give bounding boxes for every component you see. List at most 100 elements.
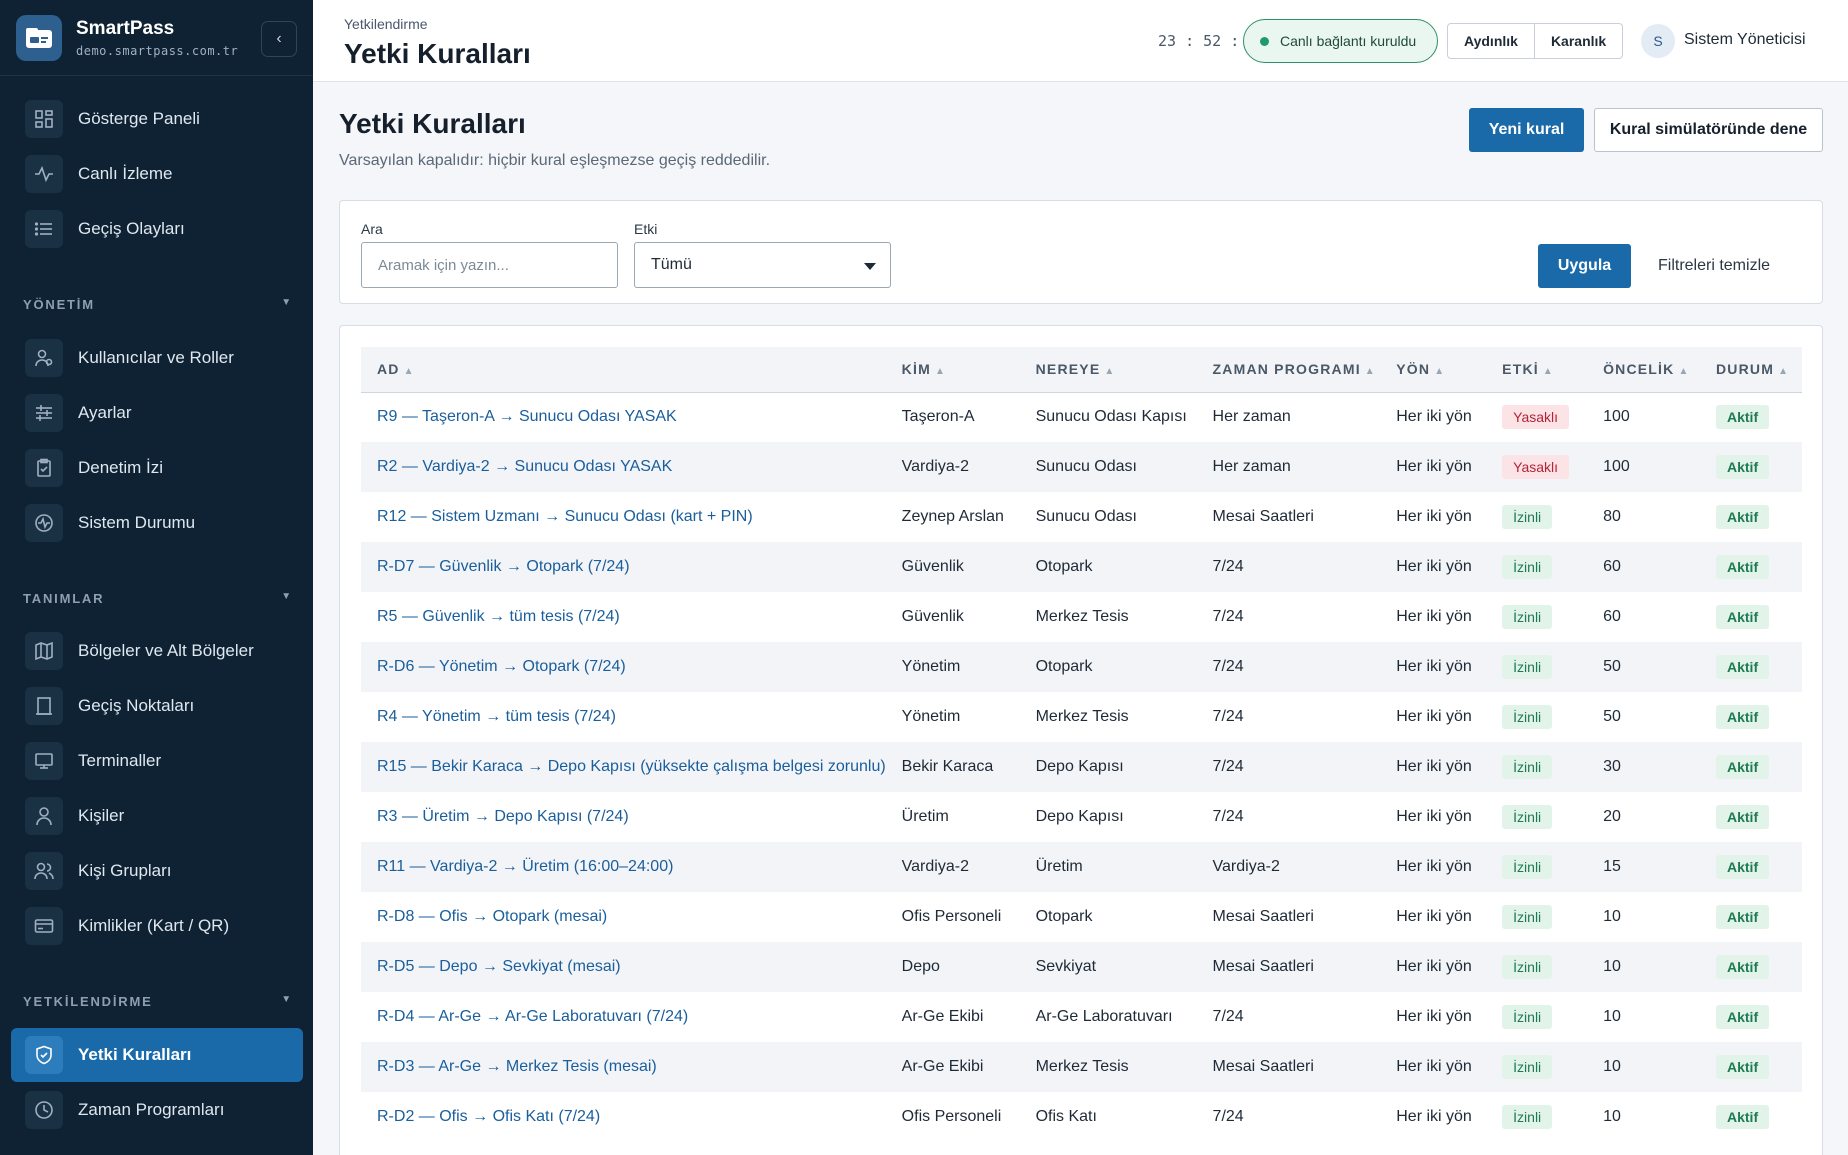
rule-simulator-button[interactable]: Kural simülatöründe dene xyxy=(1594,108,1823,152)
search-label: Ara xyxy=(361,221,383,237)
effect-badge: İzinli xyxy=(1502,955,1553,979)
rule-name-link[interactable]: R4 — Yönetim → tüm tesis (7/24) xyxy=(361,692,886,742)
table-row[interactable]: R15 — Bekir Karaca → Depo Kapısı (yüksek… xyxy=(361,742,1802,792)
sidebar-item-credentials[interactable]: Kimlikler (Kart / QR) xyxy=(11,899,303,953)
table-row[interactable]: R-D5 — Depo → Sevkiyat (mesai) Depo Sevkiy… xyxy=(361,942,1802,992)
search-input[interactable]: Aramak için yazın... xyxy=(361,242,618,288)
column-header-schedule[interactable]: ZAMAN PROGRAMI ▲ xyxy=(1197,347,1381,392)
rule-direction: Her iki yön xyxy=(1396,608,1472,625)
effect-badge: İzinli xyxy=(1502,505,1553,529)
rule-name-link[interactable]: R5 — Güvenlik → tüm tesis (7/24) xyxy=(361,592,886,642)
section-header-definitions[interactable]: TANIMLAR ▼ xyxy=(23,591,293,606)
rule-where: Depo Kapısı xyxy=(1035,758,1124,775)
shield-check-icon xyxy=(25,1036,63,1074)
effect-select[interactable]: Tümü xyxy=(634,242,891,288)
rule-direction: Her iki yön xyxy=(1396,908,1472,925)
sidebar-item-label: Gösterge Paneli xyxy=(78,109,200,128)
rule-who: Ofis Personeli xyxy=(901,1108,1002,1125)
table-row[interactable]: R5 — Güvenlik → tüm tesis (7/24) Güvenlik… xyxy=(361,592,1802,642)
rule-name-link[interactable]: R-D6 — Yönetim → Otopark (7/24) xyxy=(361,642,886,692)
table-row[interactable]: R9 — Taşeron-A → Sunucu Odası YASAK Taşer… xyxy=(361,392,1802,442)
table-row[interactable]: R12 — Sistem Uzmanı → Sunucu Odası (kart… xyxy=(361,492,1802,542)
column-header-where[interactable]: NEREYE ▲ xyxy=(1020,347,1197,392)
rule-name-link[interactable]: R-D3 — Ar-Ge → Merkez Tesis (mesai) xyxy=(361,1042,886,1092)
collapse-sidebar-button[interactable]: ‹ xyxy=(261,21,297,57)
section-header-management[interactable]: YÖNETİM ▼ xyxy=(23,297,293,312)
user-name[interactable]: Sistem Yöneticisi xyxy=(1684,31,1806,49)
avatar[interactable]: S xyxy=(1641,24,1675,58)
rule-name-link[interactable]: R9 — Taşeron-A → Sunucu Odası YASAK xyxy=(361,392,886,442)
sidebar-item-persons[interactable]: Kişiler xyxy=(11,789,303,843)
rule-who: Bekir Karaca xyxy=(901,758,994,775)
table-row[interactable]: R4 — Yönetim → tüm tesis (7/24) Yönetim Me… xyxy=(361,692,1802,742)
page-subtitle: Varsayılan kapalıdır: hiçbir kural eşleş… xyxy=(339,152,771,169)
table-row[interactable]: R-D3 — Ar-Ge → Merkez Tesis (mesai) Ar-Ge… xyxy=(361,1042,1802,1092)
sidebar-item-person-groups[interactable]: Kişi Grupları xyxy=(11,844,303,898)
column-header-direction[interactable]: YÖN ▲ xyxy=(1380,347,1486,392)
table-row[interactable]: R-D2 — Ofis → Ofis Katı (7/24) Ofis Perso… xyxy=(361,1092,1802,1142)
rule-who: Ar-Ge Ekibi xyxy=(901,1058,984,1075)
rule-name-link[interactable]: R-D4 — Ar-Ge → Ar-Ge Laboratuvarı (7/24) xyxy=(361,992,886,1042)
clear-filters-button[interactable]: Filtreleri temizle xyxy=(1658,244,1770,288)
sidebar-item-settings[interactable]: Ayarlar xyxy=(11,386,303,440)
rule-schedule: Vardiya-2 xyxy=(1212,858,1280,875)
status-badge: Aktif xyxy=(1716,555,1770,579)
sidebar-item-system-status[interactable]: Sistem Durumu xyxy=(11,496,303,550)
apply-button[interactable]: Uygula xyxy=(1538,244,1631,288)
breadcrumb[interactable]: Yetkilendirme xyxy=(344,16,428,32)
sidebar-item-label: Canlı İzleme xyxy=(78,164,173,183)
table-row[interactable]: R-D7 — Güvenlik → Otopark (7/24) Güvenlik… xyxy=(361,542,1802,592)
theme-light-button[interactable]: Aydınlık xyxy=(1448,24,1534,58)
sidebar-item-audit-trail[interactable]: Denetim İzi xyxy=(11,441,303,495)
column-header-name[interactable]: AD ▲ xyxy=(361,347,886,392)
table-row[interactable]: R-D6 — Yönetim → Otopark (7/24) Yönetim Ot… xyxy=(361,642,1802,692)
table-row[interactable]: R2 — Vardiya-2 → Sunucu Odası YASAK Vardi… xyxy=(361,442,1802,492)
sort-icon: ▲ xyxy=(1364,366,1376,378)
table-row[interactable]: R-D4 — Ar-Ge → Ar-Ge Laboratuvarı (7/24)… xyxy=(361,992,1802,1042)
rule-name-link[interactable]: R2 — Vardiya-2 → Sunucu Odası YASAK xyxy=(361,442,886,492)
theme-dark-button[interactable]: Karanlık xyxy=(1533,24,1622,58)
sort-icon: ▲ xyxy=(1104,366,1116,378)
sidebar-item-terminals[interactable]: Terminaller xyxy=(11,734,303,788)
rule-priority: 80 xyxy=(1603,508,1621,525)
rule-name-link[interactable]: R-D7 — Güvenlik → Otopark (7/24) xyxy=(361,542,886,592)
rule-name-link[interactable]: R3 — Üretim → Depo Kapısı (7/24) xyxy=(361,792,886,842)
sidebar-item-access-rules[interactable]: Yetki Kuralları xyxy=(11,1028,303,1082)
sidebar-item-label: Terminaller xyxy=(78,751,162,770)
column-label: AD xyxy=(377,361,400,378)
sidebar-item-zones[interactable]: Bölgeler ve Alt Bölgeler xyxy=(11,624,303,678)
sidebar-item-time-schedules[interactable]: Zaman Programları xyxy=(11,1083,303,1137)
new-rule-button[interactable]: Yeni kural xyxy=(1469,108,1584,152)
section-header-authorization[interactable]: YETKİLENDİRME ▼ xyxy=(23,994,293,1009)
table-row[interactable]: R-D8 — Ofis → Otopark (mesai) Ofis Person… xyxy=(361,892,1802,942)
sidebar-item-access-events[interactable]: Geçiş Olayları xyxy=(11,202,303,256)
column-header-who[interactable]: KİM ▲ xyxy=(886,347,1020,392)
rule-status-cell: Aktif xyxy=(1700,1092,1802,1142)
sidebar-item-live-monitor[interactable]: Canlı İzleme xyxy=(11,147,303,201)
rule-name-link[interactable]: R-D8 — Ofis → Otopark (mesai) xyxy=(361,892,886,942)
rule-status-cell: Aktif xyxy=(1700,692,1802,742)
rule-name-link[interactable]: R-D5 — Depo → Sevkiyat (mesai) xyxy=(361,942,886,992)
rule-schedule: 7/24 xyxy=(1212,558,1244,575)
sidebar-item-users-roles[interactable]: Kullanıcılar ve Roller xyxy=(11,331,303,385)
rule-name-link[interactable]: R12 — Sistem Uzmanı → Sunucu Odası (kart… xyxy=(361,492,886,542)
column-header-effect[interactable]: ETKİ ▲ xyxy=(1486,347,1587,392)
table-row[interactable]: R11 — Vardiya-2 → Üretim (16:00–24:00) Va… xyxy=(361,842,1802,892)
rule-name-link[interactable]: R15 — Bekir Karaca → Depo Kapısı (yüksek… xyxy=(361,742,886,792)
rule-name-link[interactable]: R11 — Vardiya-2 → Üretim (16:00–24:00) xyxy=(361,842,886,892)
column-label: YÖN xyxy=(1396,361,1431,378)
table-row[interactable]: R3 — Üretim → Depo Kapısı (7/24) Üretim De… xyxy=(361,792,1802,842)
rule-schedule: Mesai Saatleri xyxy=(1212,908,1314,925)
effect-badge: İzinli xyxy=(1502,1005,1553,1029)
column-header-status[interactable]: DURUM ▲ xyxy=(1700,347,1802,392)
rule-who: Güvenlik xyxy=(901,558,964,575)
column-header-priority[interactable]: ÖNCELİK ▲ xyxy=(1587,347,1700,392)
rule-status-cell: Aktif xyxy=(1700,792,1802,842)
caret-down-icon xyxy=(864,263,876,270)
sidebar-item-access-points[interactable]: Geçiş Noktaları xyxy=(11,679,303,733)
sidebar-item-label: Bölgeler ve Alt Bölgeler xyxy=(78,641,254,660)
rule-schedule: Her zaman xyxy=(1212,458,1291,475)
rule-name-link[interactable]: R-D2 — Ofis → Ofis Katı (7/24) xyxy=(361,1092,886,1142)
sidebar-item-label: Geçiş Olayları xyxy=(78,219,185,238)
sidebar-item-dashboard[interactable]: Gösterge Paneli xyxy=(11,92,303,146)
